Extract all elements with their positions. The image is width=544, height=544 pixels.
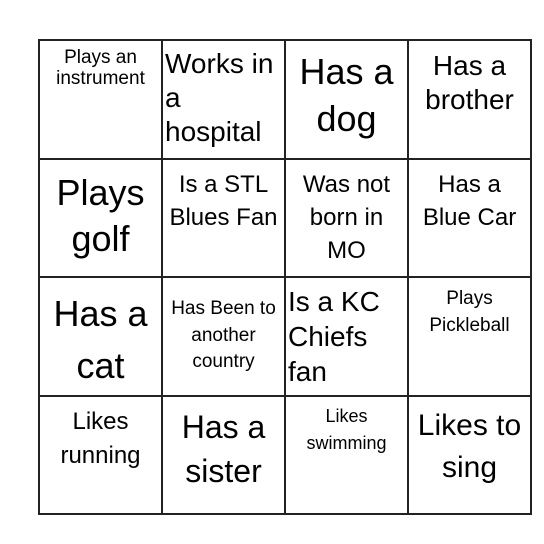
- cell-label: Has a sister: [181, 408, 266, 490]
- bingo-cell[interactable]: Plays golf: [38, 157, 163, 278]
- cell-label: Likes running: [60, 407, 141, 470]
- bingo-cell[interactable]: Has Been to another country: [161, 276, 286, 397]
- cell-label: Is a STL Blues Fan: [169, 170, 278, 231]
- cell-label: Likes swimming: [306, 405, 387, 453]
- bingo-cell[interactable]: Was not born in MO: [284, 157, 409, 278]
- cell-label: Works in a hospital: [165, 48, 274, 148]
- bingo-board: Plays an instrument Works in a hospital …: [38, 39, 532, 515]
- bingo-cell[interactable]: Has a brother: [407, 39, 532, 160]
- cell-label: Has a cat: [53, 293, 148, 387]
- bingo-cell[interactable]: Likes to sing: [407, 394, 532, 515]
- bingo-cell[interactable]: Works in a hospital: [161, 39, 286, 160]
- cell-label: Likes to sing: [417, 408, 522, 484]
- cell-label: Plays Pickleball: [429, 288, 510, 336]
- cell-label: Has a dog: [299, 51, 394, 139]
- bingo-cell[interactable]: Is a STL Blues Fan: [161, 157, 286, 278]
- bingo-cell[interactable]: Has a dog: [284, 39, 409, 160]
- cell-label: Plays an instrument: [56, 47, 145, 90]
- bingo-cell[interactable]: Has a sister: [161, 394, 286, 515]
- board-row: Plays golf Is a STL Blues Fan Was not bo…: [38, 157, 532, 278]
- board-row: Has a cat Has Been to another country Is…: [38, 276, 532, 397]
- cell-label: Was not born in MO: [302, 170, 391, 264]
- cell-label: Has a Blue Car: [422, 170, 517, 231]
- cell-label: Plays golf: [56, 171, 145, 260]
- bingo-cell[interactable]: Has a Blue Car: [407, 157, 532, 278]
- cell-label: Has Been to another country: [171, 298, 276, 373]
- board-row: Plays an instrument Works in a hospital …: [38, 39, 532, 160]
- bingo-cell[interactable]: Is a KC Chiefs fan: [284, 276, 409, 397]
- cell-label: Is a KC Chiefs fan: [288, 286, 380, 387]
- bingo-cell[interactable]: Likes swimming: [284, 394, 409, 515]
- bingo-cell[interactable]: Plays an instrument: [38, 39, 163, 160]
- bingo-cell[interactable]: Likes running: [38, 394, 163, 515]
- cell-label: Has a brother: [425, 50, 514, 116]
- board-row: Likes running Has a sister Likes swimmin…: [38, 394, 532, 515]
- bingo-cell[interactable]: Has a cat: [38, 276, 163, 397]
- bingo-cell[interactable]: Plays Pickleball: [407, 276, 532, 397]
